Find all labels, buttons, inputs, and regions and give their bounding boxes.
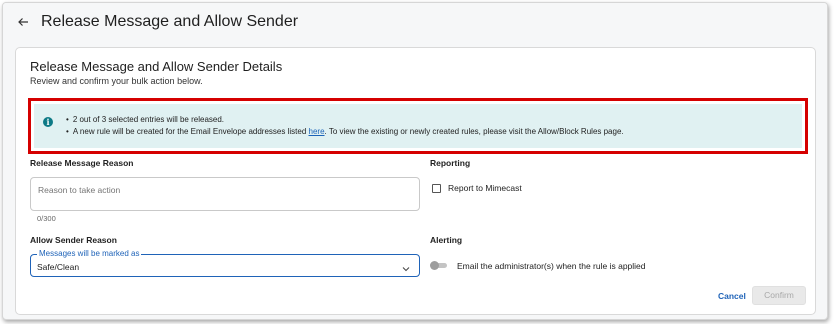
info-icon: i — [43, 117, 53, 127]
info-highlight: i • 2 out of 3 selected entries will be r… — [28, 98, 808, 154]
email-admin-toggle[interactable] — [430, 261, 447, 270]
alerting-label: Alerting — [430, 235, 463, 245]
character-counter: 0/300 — [37, 214, 56, 223]
back-arrow-icon[interactable] — [17, 15, 31, 29]
here-link[interactable]: here — [309, 127, 325, 136]
select-legend: Messages will be marked as — [37, 249, 142, 258]
select-value: Safe/Clean — [37, 262, 80, 272]
info-line-2: • A new rule will be created for the Emai… — [66, 127, 624, 136]
info-lines: • 2 out of 3 selected entries will be rel… — [66, 114, 624, 138]
marked-as-select[interactable]: Messages will be marked as Safe/Clean — [30, 249, 420, 277]
confirm-button[interactable]: Confirm — [752, 286, 806, 305]
release-reason-label: Release Message Reason — [30, 158, 134, 168]
page-title: Release Message and Allow Sender — [41, 13, 299, 30]
page-header: Release Message and Allow Sender — [3, 3, 827, 41]
toggle-knob — [430, 261, 439, 270]
report-to-mimecast-label: Report to Mimecast — [448, 183, 522, 193]
info-line-1: • 2 out of 3 selected entries will be rel… — [66, 115, 225, 124]
app-window: Release Message and Allow Sender Release… — [2, 2, 828, 320]
reporting-label: Reporting — [430, 158, 471, 168]
email-admin-label: Email the administrator(s) when the rule… — [457, 261, 646, 271]
card-title: Release Message and Allow Sender Details — [30, 59, 283, 74]
release-reason-input[interactable] — [30, 177, 420, 211]
allow-sender-reason-label: Allow Sender Reason — [30, 235, 117, 245]
report-to-mimecast-checkbox[interactable] — [432, 184, 441, 193]
info-banner: i • 2 out of 3 selected entries will be r… — [34, 104, 802, 148]
cancel-button[interactable]: Cancel — [714, 287, 750, 305]
details-card: Release Message and Allow Sender Details… — [15, 47, 816, 315]
card-subtitle: Review and confirm your bulk action belo… — [30, 76, 203, 86]
chevron-down-icon — [401, 261, 411, 272]
